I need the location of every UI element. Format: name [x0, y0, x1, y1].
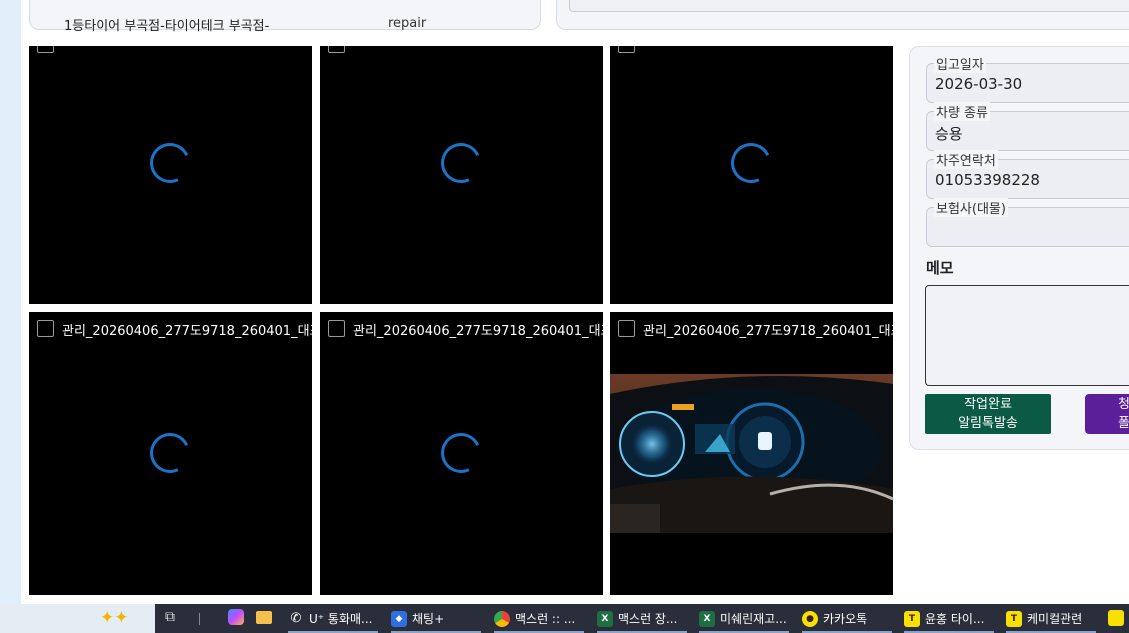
taskbar-item-label: 케미컬관련 [1027, 612, 1083, 626]
entry-date-field[interactable]: 입고일자 2026-03-30 [926, 54, 1129, 103]
chrome-icon [494, 610, 510, 627]
taskbar-item[interactable]: X 미쉐린재고... [699, 604, 789, 633]
owner-phone-field[interactable]: 차주연락처 01053398228 [926, 150, 1129, 199]
taskbar-item-label: 미쉐린재고... [720, 612, 787, 626]
photo-filename: 관리_20260406_277도9718_260401_대표 [643, 324, 893, 339]
photo-filename: 관리_20260406_277도9718_260401_대표 [353, 324, 603, 339]
photo-tile[interactable] [610, 46, 893, 304]
taskbar-item-label: 맥스런 장... [618, 612, 678, 626]
photo-tile[interactable] [320, 46, 603, 304]
loading-spinner-icon [144, 137, 196, 189]
taskbar-item[interactable]: ✆ U⁺ 통화매... [288, 604, 378, 633]
excel-icon: X [597, 610, 613, 627]
vehicle-info-panel: 입고일자 2026-03-30 차량 종류 승용 차주연락처 010533982… [909, 46, 1129, 450]
excel-icon: X [699, 610, 715, 627]
job-card[interactable]: 1등타이어 부곡점-타이어테크 부곡점- repair [29, 0, 541, 34]
taskbar-item[interactable]: ◆ 채팅+ [391, 604, 481, 633]
photo-select-checkbox[interactable] [328, 320, 345, 337]
taskbar-item-label: 카카오톡 [823, 612, 868, 626]
taskbar-item[interactable]: X 맥스런 장... [597, 604, 687, 633]
vehicle-type-field[interactable]: 차량 종류 승용 [926, 102, 1129, 151]
photo-select-checkbox[interactable] [37, 46, 54, 53]
file-explorer-icon[interactable] [256, 611, 272, 624]
memo-textarea[interactable] [925, 285, 1129, 386]
shop-name: 1등타이어 부곡점-타이어테크 부곡점- [64, 19, 270, 34]
chat-shield-icon: ◆ [391, 610, 407, 627]
windows-taskbar: ✦✦ ⧉ ✆ U⁺ 통화매... ◆ 채팅+ 맥스런 :: ... X 맥스런 … [0, 604, 1129, 633]
taskbar-item-label: U⁺ 통화매... [309, 612, 373, 626]
vehicle-type-label: 차량 종류 [934, 102, 990, 121]
kakaotalk-icon: ● [802, 610, 818, 627]
owner-phone-value: 01053398228 [935, 171, 1040, 189]
photo-filename: 관리_20260406_277도9718_260401_대표 [62, 324, 312, 339]
kakaotalk-icon: T [1006, 610, 1022, 627]
photo-tile[interactable]: 관리_20260406_277도9718_260401_대표 [610, 312, 893, 595]
photo-tile[interactable] [29, 46, 312, 304]
purple-action-button[interactable]: 청 폴 [1085, 394, 1129, 434]
taskbar-item[interactable]: 맥스런 :: ... [494, 604, 584, 633]
taskbar-item-label: 맥스런 :: ... [515, 612, 576, 626]
task-view-icon[interactable]: ⧉ [165, 609, 175, 625]
dashboard-cluster-photo [610, 374, 893, 533]
taskbar-item-label: 채팅+ [412, 612, 445, 626]
taskbar-item-label: 윤홍 타이... [925, 612, 985, 626]
purple-button-line1: 청 [1118, 397, 1129, 412]
kakaotalk-icon[interactable] [1108, 610, 1124, 626]
kakaotalk-icon: T [904, 610, 920, 627]
taskbar-item[interactable]: T 케미컬관련 [1006, 604, 1096, 633]
entry-date-value: 2026-03-30 [935, 75, 1023, 93]
insurer-field[interactable]: 보험사(대물) [926, 198, 1129, 247]
photo-select-checkbox[interactable] [37, 320, 54, 337]
taskbar-separator [199, 613, 200, 625]
phone-icon: ✆ [290, 611, 302, 626]
insurer-label: 보험사(대물) [934, 198, 1008, 217]
job-status: repair [388, 16, 427, 31]
photo-tile[interactable]: 관리_20260406_277도9718_260401_대표 [29, 312, 312, 595]
copilot-app-icon[interactable] [228, 609, 244, 625]
taskbar-item[interactable]: ● 카카오톡 [802, 604, 892, 633]
photo-tile[interactable]: 관리_20260406_277도9718_260401_대표 [320, 312, 603, 595]
photo-select-checkbox[interactable] [618, 46, 635, 53]
memo-label: 메모 [926, 259, 954, 277]
taskbar-apps-area: ⧉ ✆ U⁺ 통화매... ◆ 채팅+ 맥스런 :: ... X 맥스런 장..… [155, 604, 1129, 633]
owner-phone-label: 차주연락처 [934, 150, 998, 169]
loading-spinner-icon [144, 427, 196, 479]
top-right-input[interactable] [569, 0, 1129, 12]
left-app-strip [0, 0, 21, 604]
work-complete-line1: 작업완료 [964, 397, 1012, 412]
photo-select-checkbox[interactable] [618, 320, 635, 337]
work-complete-line2: 알림톡발송 [958, 416, 1018, 431]
top-right-card [556, 0, 1129, 30]
photo-select-checkbox[interactable] [328, 46, 345, 53]
loading-spinner-icon [435, 137, 487, 189]
vehicle-type-value: 승용 [935, 125, 963, 143]
copilot-sparkle-icon[interactable]: ✦✦ [100, 608, 129, 628]
loading-spinner-icon [435, 427, 487, 479]
work-complete-notify-button[interactable]: 작업완료 알림톡발송 [925, 394, 1051, 434]
taskbar-item[interactable]: T 윤홍 타이... [904, 604, 994, 633]
loading-spinner-icon [725, 137, 777, 189]
purple-button-line2: 폴 [1118, 416, 1129, 431]
entry-date-label: 입고일자 [934, 54, 986, 73]
